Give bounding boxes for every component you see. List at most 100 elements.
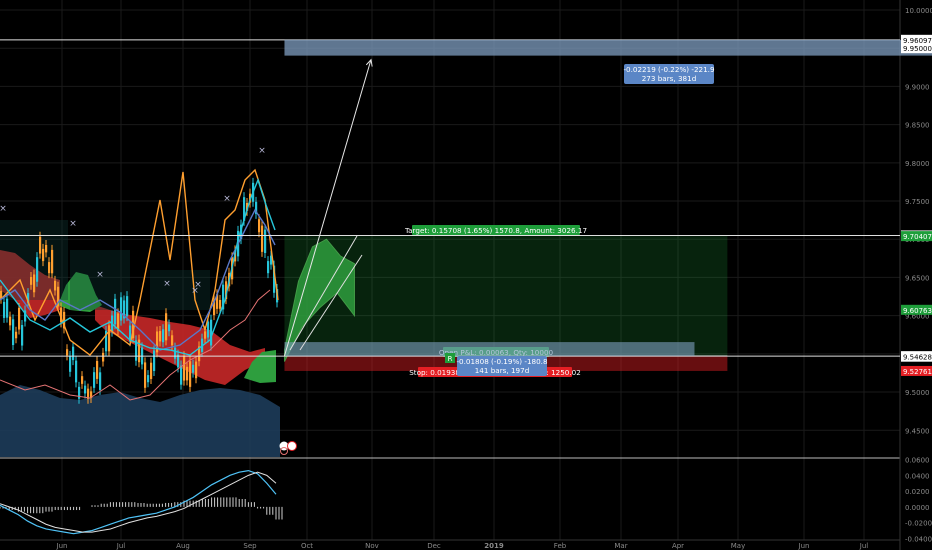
candle [114, 298, 117, 325]
candle [30, 277, 33, 285]
chart-canvas[interactable]: ×××××××× Target: 0.15708 (1.65%) 1570.8,… [0, 0, 932, 550]
time-tick-label: Dec [427, 542, 441, 550]
candle [126, 296, 129, 317]
osc-tick-label: 0.0200 [905, 488, 930, 496]
candle [93, 372, 96, 388]
event-icon [287, 441, 297, 451]
candle [36, 257, 39, 282]
candle [12, 319, 15, 346]
ratio-tag: R [445, 353, 455, 363]
candle [54, 280, 57, 291]
price-tick-label: 9.6500 [905, 274, 930, 282]
price-tick-label: 9.8500 [905, 122, 930, 130]
candle [96, 361, 99, 379]
price-badge-text: 9.52761 [903, 368, 932, 376]
candle [147, 375, 150, 383]
price-tick-label: 9.4500 [905, 427, 930, 435]
osc-tick-label: -0.0200 [905, 520, 932, 528]
cross-marker: × [0, 204, 7, 214]
candle [165, 313, 168, 341]
cross-marker: × [96, 270, 104, 280]
candle [15, 331, 18, 339]
measure-top-label-line2: 273 bars, 381d [642, 74, 697, 83]
time-tick-label: Jul [859, 542, 869, 550]
osc-tick-label: -0.0400 [905, 535, 932, 543]
price-badge-text: 9.95000 [903, 45, 932, 53]
candle [42, 248, 45, 262]
price-badge: 9.70407 [901, 231, 932, 242]
candle [171, 335, 174, 346]
candle [45, 244, 48, 253]
time-tick-label: Nov [365, 542, 379, 550]
candle [150, 362, 153, 379]
price-tick-label: 9.9000 [905, 83, 930, 91]
target-label-text: Target: 0.15708 (1.65%) 1570.8, Amount: … [404, 226, 587, 235]
candle [6, 298, 9, 318]
candle [39, 236, 42, 254]
measure-mid-label: -0.01808 (-0.19%) -180.8141 bars, 197d [456, 356, 548, 376]
measure-box-top [284, 39, 932, 56]
candle [219, 299, 222, 309]
price-badge-text: 9.70407 [903, 233, 932, 241]
time-tick-label: Jul [116, 542, 126, 550]
price-tick-label: 10.0000 [905, 7, 932, 15]
price-badge-text: 9.60763 [903, 307, 932, 315]
measure-top-label: -0.02219 (-0.22%) -221.9273 bars, 381d [623, 64, 715, 84]
measure-mid-label-line2: 141 bars, 197d [475, 366, 530, 375]
time-tick-label: Mar [614, 542, 627, 550]
measure-mid-label-line1: -0.01808 (-0.19%) -180.8 [456, 357, 548, 366]
candle [84, 385, 87, 394]
osc-tick-label: 0.0400 [905, 472, 930, 480]
cross-marker: × [194, 280, 202, 290]
candle [120, 297, 123, 321]
candle [9, 316, 12, 326]
price-badge: 9.95000 [901, 43, 932, 54]
candle [66, 349, 69, 356]
time-tick-label: May [731, 542, 745, 550]
price-badge: 9.54628 [901, 351, 932, 362]
candle [33, 274, 36, 293]
candle [258, 219, 261, 233]
candle [144, 362, 147, 388]
price-badge: 9.60763 [901, 304, 932, 315]
candle [267, 261, 270, 274]
osc-tick-label: 0.0600 [905, 457, 930, 465]
background-zone [150, 270, 210, 310]
target-label: Target: 0.15708 (1.65%) 1570.8, Amount: … [404, 225, 587, 235]
time-tick-label: Aug [176, 542, 190, 550]
price-tick-label: 9.7500 [905, 198, 930, 206]
time-tick-label: Feb [554, 542, 567, 550]
candle [180, 365, 183, 385]
candle [21, 325, 24, 346]
time-tick-label: Sep [243, 542, 257, 550]
candle [168, 324, 171, 332]
price-badge-text: 9.54628 [903, 354, 932, 362]
time-tick-label: 2019 [484, 542, 504, 550]
time-tick-label: Jun [56, 542, 68, 550]
candle [51, 249, 54, 274]
candle [3, 301, 6, 318]
candle [210, 319, 213, 346]
candle [72, 346, 75, 361]
candle [186, 366, 189, 381]
osc-tick-label: 0.0000 [905, 504, 930, 512]
candle [18, 307, 21, 330]
candle [99, 372, 102, 390]
candle [162, 329, 165, 343]
cross-marker: × [163, 279, 171, 289]
candle [183, 356, 186, 381]
time-tick-label: Jun [798, 542, 810, 550]
measure-box-mid [284, 342, 695, 356]
candle [153, 350, 156, 371]
candle [81, 376, 84, 384]
candle [159, 331, 162, 342]
candle [174, 347, 177, 359]
candle [189, 361, 192, 387]
candle [207, 321, 210, 338]
cross-marker: × [258, 146, 266, 156]
candle [261, 225, 264, 252]
candle [264, 229, 267, 254]
ratio-tag-text: R [448, 355, 453, 363]
candle [75, 360, 78, 383]
time-tick-label: Apr [672, 542, 684, 550]
